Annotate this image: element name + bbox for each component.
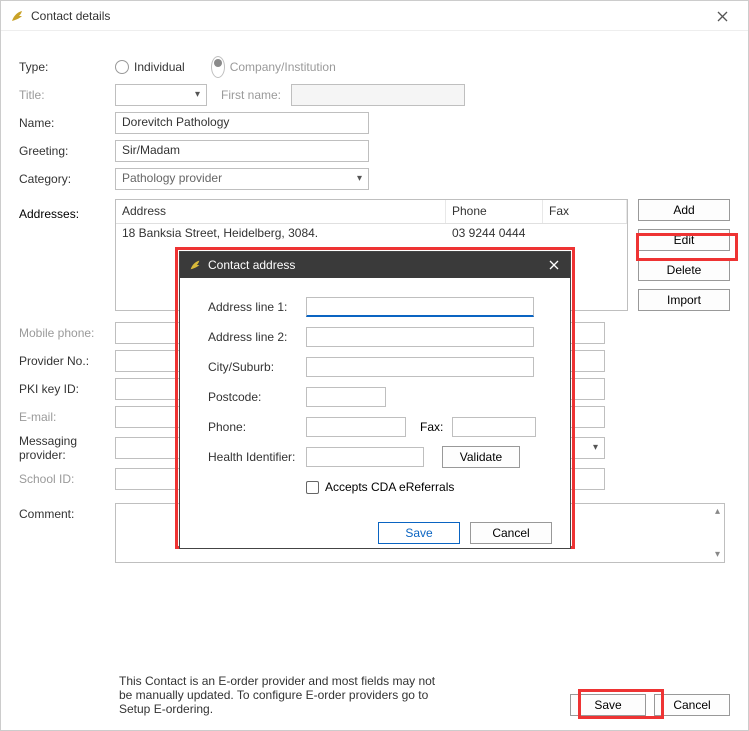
grid-header: Address Phone Fax — [116, 200, 627, 224]
cell-fax — [543, 224, 627, 246]
footer-save-button[interactable]: Save — [570, 694, 646, 716]
healthid-label: Health Identifier: — [208, 450, 306, 464]
radio-individual[interactable] — [115, 60, 129, 74]
window-close-button[interactable] — [702, 5, 742, 27]
cell-phone: 03 9244 0444 — [446, 224, 543, 246]
edit-button[interactable]: Edit — [638, 229, 730, 251]
phone-input[interactable] — [306, 417, 406, 437]
window-title: Contact details — [31, 9, 110, 23]
modal-buttons: Save Cancel — [180, 516, 570, 548]
title-label: Title: — [19, 88, 115, 102]
delete-button[interactable]: Delete — [638, 259, 730, 281]
footer: This Contact is an E-order provider and … — [19, 674, 730, 716]
address-buttons: Add Edit Delete Import — [638, 199, 730, 311]
modal-save-button[interactable]: Save — [378, 522, 460, 544]
modal-title: Contact address — [208, 258, 295, 272]
addr2-label: Address line 2: — [208, 330, 306, 344]
city-label: City/Suburb: — [208, 360, 306, 374]
greeting-label: Greeting: — [19, 144, 115, 158]
table-row[interactable]: 18 Banksia Street, Heidelberg, 3084. 03 … — [116, 224, 627, 246]
app-icon — [188, 258, 202, 272]
category-select[interactable]: Pathology provider ▾ — [115, 168, 369, 190]
addresses-label: Addresses: — [19, 199, 115, 311]
scroll-down-icon[interactable]: ▾ — [715, 549, 720, 560]
addr2-input[interactable] — [306, 327, 534, 347]
col-fax-header[interactable]: Fax — [543, 200, 627, 223]
firstname-label: First name: — [221, 88, 291, 102]
radio-company[interactable] — [211, 56, 225, 78]
school-label: School ID: — [19, 472, 115, 486]
healthid-input[interactable] — [306, 447, 424, 467]
postcode-label: Postcode: — [208, 390, 306, 404]
title-select[interactable]: ▾ — [115, 84, 207, 106]
addr1-input[interactable] — [306, 297, 534, 317]
messaging-label-2: provider: — [19, 448, 115, 462]
phone-label: Phone: — [208, 420, 306, 434]
comment-label: Comment: — [19, 503, 115, 521]
fax-input[interactable] — [452, 417, 536, 437]
contact-address-dialog: Contact address Address line 1: Address … — [179, 251, 571, 549]
chevron-down-icon: ▾ — [357, 173, 362, 184]
footer-cancel-button[interactable]: Cancel — [654, 694, 730, 716]
greeting-input[interactable]: Sir/Madam — [115, 140, 369, 162]
footer-note: This Contact is an E-order provider and … — [19, 674, 439, 716]
messaging-label-1: Messaging — [19, 434, 115, 448]
firstname-input[interactable] — [291, 84, 465, 106]
postcode-input[interactable] — [306, 387, 386, 407]
scroll-up-icon[interactable]: ▴ — [715, 506, 720, 517]
col-phone-header[interactable]: Phone — [446, 200, 543, 223]
mobile-label: Mobile phone: — [19, 326, 115, 340]
add-button[interactable]: Add — [638, 199, 730, 221]
radio-company-label[interactable]: Company/Institution — [230, 60, 336, 74]
type-label: Type: — [19, 60, 115, 74]
chevron-down-icon: ▾ — [593, 442, 598, 453]
name-label: Name: — [19, 116, 115, 130]
col-address-header[interactable]: Address — [116, 200, 446, 223]
city-input[interactable] — [306, 357, 534, 377]
accepts-label[interactable]: Accepts CDA eReferrals — [325, 480, 454, 494]
modal-close-button[interactable] — [544, 256, 564, 274]
provider-label: Provider No.: — [19, 354, 115, 368]
fax-label: Fax: — [420, 420, 452, 434]
category-label: Category: — [19, 172, 115, 186]
titlebar: Contact details — [1, 1, 748, 31]
addr1-label: Address line 1: — [208, 300, 306, 314]
category-value: Pathology provider — [122, 171, 222, 185]
modal-cancel-button[interactable]: Cancel — [470, 522, 552, 544]
import-button[interactable]: Import — [638, 289, 730, 311]
chevron-down-icon: ▾ — [195, 89, 200, 100]
name-input[interactable]: Dorevitch Pathology — [115, 112, 369, 134]
cell-address: 18 Banksia Street, Heidelberg, 3084. — [116, 224, 446, 246]
pki-label: PKI key ID: — [19, 382, 115, 396]
app-icon — [9, 8, 25, 24]
accepts-checkbox[interactable] — [306, 481, 319, 494]
contact-details-window: Contact details Type: Individual Company… — [0, 0, 749, 731]
modal-body: Address line 1: Address line 2: City/Sub… — [180, 278, 570, 516]
modal-titlebar: Contact address — [180, 252, 570, 278]
radio-individual-label[interactable]: Individual — [134, 60, 185, 74]
validate-button[interactable]: Validate — [442, 446, 520, 468]
email-label: E-mail: — [19, 410, 115, 424]
